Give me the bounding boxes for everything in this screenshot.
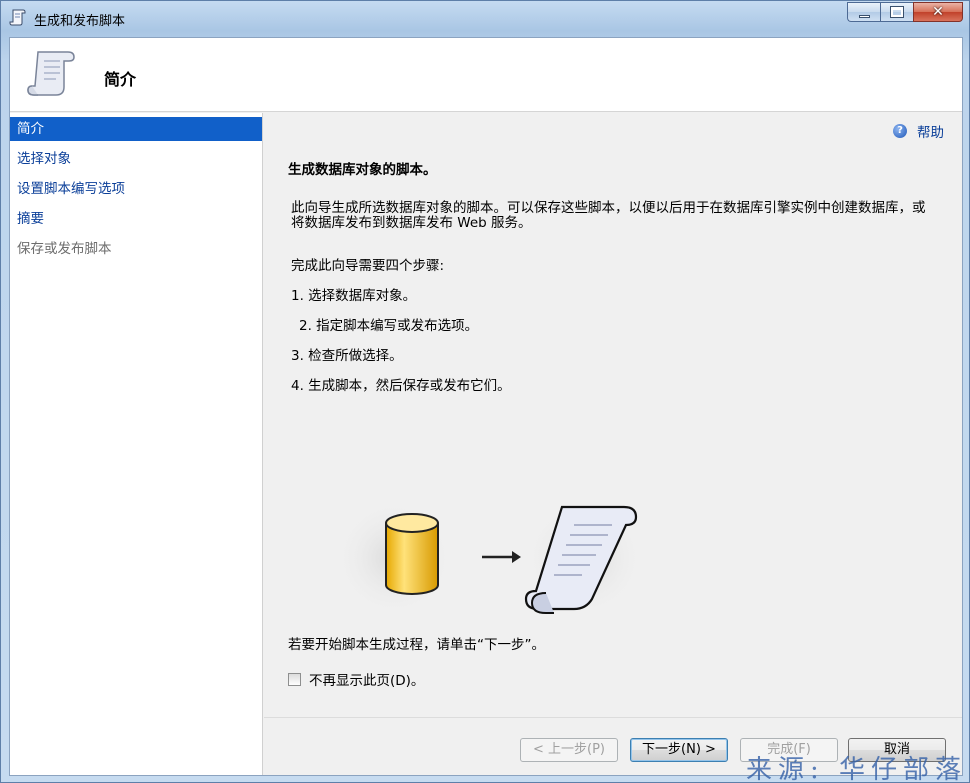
dont-show-again-option[interactable]: 不再显示此页(D)。 <box>288 669 424 689</box>
help-link[interactable]: ? 帮助 <box>893 121 944 141</box>
content-heading: 生成数据库对象的脚本。 <box>288 162 437 178</box>
maximize-icon <box>890 6 904 18</box>
title-bar[interactable]: 生成和发布脚本 ✕ <box>1 1 969 33</box>
wizard-sidebar: 简介 选择对象 设置脚本编写选项 摘要 保存或发布脚本 <box>10 113 263 775</box>
sidebar-item-scripting-options[interactable]: 设置脚本编写选项 <box>10 177 262 201</box>
dont-show-again-checkbox[interactable] <box>288 672 301 686</box>
step-item: 2. 指定脚本编写或发布选项。 <box>299 318 479 334</box>
wizard-content: ? 帮助 生成数据库对象的脚本。 此向导生成所选数据库对象的脚本。可以保存这些脚… <box>264 113 962 717</box>
window-title: 生成和发布脚本 <box>34 14 126 29</box>
sidebar-item-choose-objects[interactable]: 选择对象 <box>10 147 262 171</box>
step-item: 3. 检查所做选择。 <box>291 348 403 364</box>
wizard-header: 简介 <box>10 38 962 112</box>
database-icon <box>385 513 439 595</box>
arrow-right-icon <box>482 551 521 563</box>
help-label: 帮助 <box>917 125 944 141</box>
close-icon: ✕ <box>932 4 944 20</box>
previous-button[interactable]: < 上一步(P) <box>520 738 618 762</box>
close-button[interactable]: ✕ <box>913 2 963 22</box>
help-icon: ? <box>893 124 907 138</box>
sidebar-item-intro[interactable]: 简介 <box>10 117 262 141</box>
page-title: 简介 <box>104 70 137 89</box>
script-icon <box>9 9 26 26</box>
client-area: 简介 简介 选择对象 设置脚本编写选项 摘要 保存或发布脚本 ? 帮助 生成数据… <box>9 37 963 776</box>
dont-show-again-label[interactable]: 不再显示此页(D)。 <box>309 669 424 689</box>
maximize-button[interactable] <box>880 2 913 22</box>
minimize-icon <box>858 14 870 18</box>
sidebar-item-summary[interactable]: 摘要 <box>10 207 262 231</box>
description-text: 此向导生成所选数据库对象的脚本。可以保存这些脚本，以便以后用于在数据库引擎实例中… <box>291 200 926 231</box>
steps-intro: 完成此向导需要四个步骤: <box>291 258 445 274</box>
start-hint: 若要开始脚本生成过程，请单击“下一步”。 <box>288 637 545 653</box>
minimize-button[interactable] <box>847 2 880 22</box>
scroll-icon <box>27 51 75 96</box>
step-item: 1. 选择数据库对象。 <box>291 288 417 304</box>
wizard-window: 生成和发布脚本 ✕ 简介 简介 选择对象 设置脚本编写选项 摘要 保存或发布脚本 <box>0 0 970 783</box>
sidebar-item-save-publish: 保存或发布脚本 <box>17 241 112 257</box>
next-button[interactable]: 下一步(N) > <box>630 738 728 762</box>
database-to-script-illustration <box>334 499 644 617</box>
step-item: 4. 生成脚本，然后保存或发布它们。 <box>291 378 511 394</box>
source-watermark: 来源: 华仔部落 <box>745 755 967 783</box>
